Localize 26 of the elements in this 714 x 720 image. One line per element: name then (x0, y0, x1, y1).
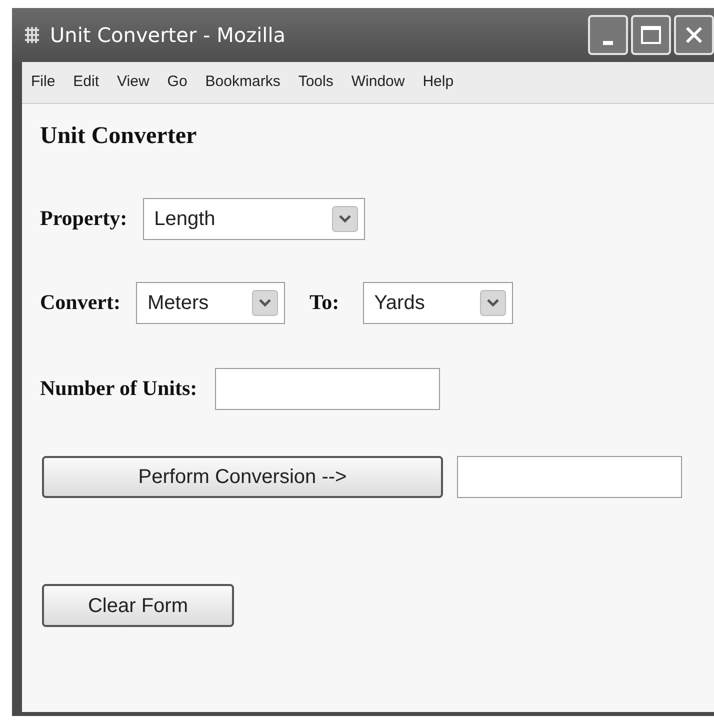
perform-conversion-button[interactable]: Perform Conversion --> (42, 456, 443, 498)
property-dropdown[interactable]: Length (143, 198, 366, 240)
maximize-button[interactable] (631, 15, 671, 55)
menu-item[interactable]: Bookmarks (196, 71, 290, 94)
close-icon (684, 25, 704, 45)
app-icon (22, 25, 42, 45)
from-unit-dropdown[interactable]: Meters (136, 282, 286, 324)
menu-item[interactable]: View (108, 71, 158, 94)
field-label: Convert: (40, 289, 120, 316)
menu-item[interactable]: Help (414, 71, 463, 94)
field-label: To: (309, 289, 340, 316)
menu-item[interactable]: Window (342, 71, 414, 94)
page-heading: Unit Converter (40, 122, 198, 151)
window-title: Unit Converter - Mozilla (50, 22, 286, 49)
clear-form-button[interactable]: Clear Form (42, 584, 234, 627)
close-button[interactable] (674, 15, 714, 55)
menu-item[interactable]: Go (158, 71, 196, 94)
result-field[interactable] (457, 456, 682, 498)
menu-item[interactable]: Edit (64, 71, 108, 94)
to-unit-dropdown[interactable]: Yards (363, 282, 514, 324)
field-label: Number of Units: (40, 375, 198, 402)
field-label: Property: (40, 205, 128, 232)
units-input-field[interactable] (215, 368, 440, 410)
menu-item[interactable]: File (22, 71, 64, 94)
menu-item[interactable]: Tools (289, 71, 342, 94)
minimize-button[interactable] (588, 15, 628, 55)
